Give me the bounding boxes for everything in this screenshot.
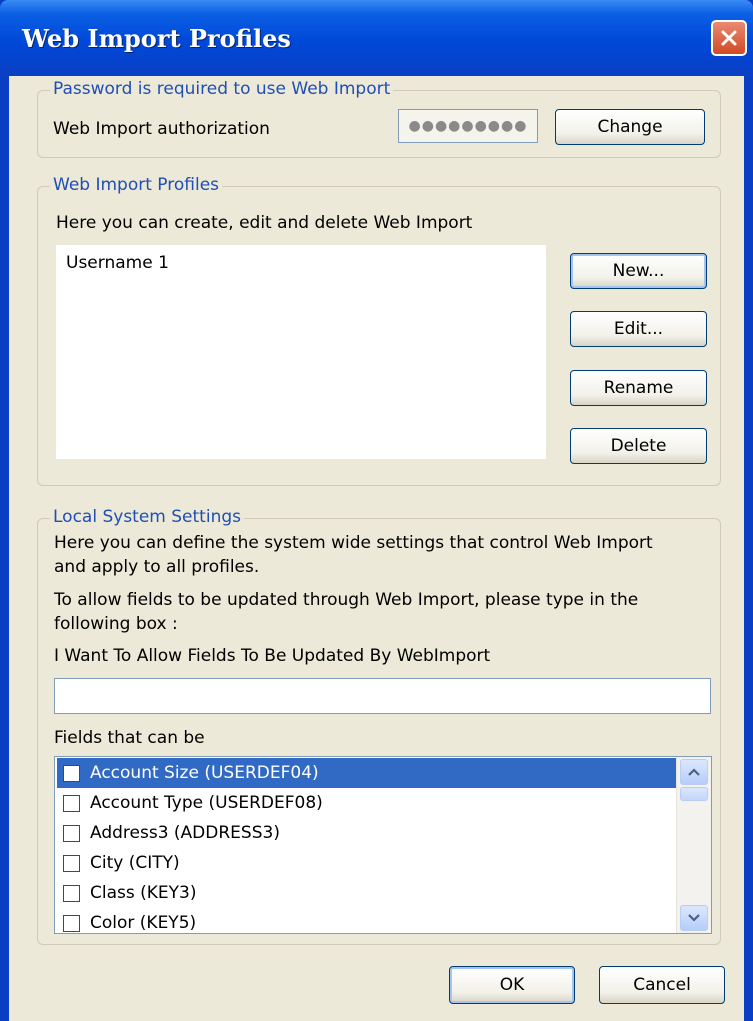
- dialog-window: Web Import Profiles Password is required…: [0, 0, 753, 1021]
- ok-button[interactable]: OK: [449, 966, 575, 1004]
- arrow-down-icon: [688, 914, 700, 922]
- field-label: Account Size (USERDEF04): [90, 763, 319, 783]
- allow-text-line-1: To allow fields to be updated through We…: [54, 590, 639, 610]
- profiles-group: Web Import Profiles Here you can create,…: [37, 175, 721, 486]
- dialog-client-area: Password is required to use Web Import W…: [9, 76, 744, 1021]
- delete-profile-button[interactable]: Delete: [570, 428, 707, 464]
- window-title: Web Import Profiles: [22, 24, 291, 53]
- field-row[interactable]: Color (KEY5): [57, 908, 676, 933]
- field-checkbox[interactable]: [63, 884, 80, 902]
- field-checkbox[interactable]: [63, 764, 80, 782]
- scroll-thumb[interactable]: [680, 787, 708, 801]
- password-group-legend: Password is required to use Web Import: [50, 79, 394, 99]
- rename-profile-button[interactable]: Rename: [570, 370, 707, 406]
- field-row[interactable]: Account Size (USERDEF04): [57, 758, 676, 788]
- title-bar[interactable]: Web Import Profiles: [0, 0, 753, 76]
- field-checkbox[interactable]: [63, 824, 80, 842]
- fields-label: Fields that can be: [54, 728, 205, 748]
- allow-text-line-2: following box :: [54, 614, 178, 634]
- field-row[interactable]: Account Type (USERDEF08): [57, 788, 676, 818]
- close-button[interactable]: [711, 20, 747, 56]
- allow-confirm-input[interactable]: [54, 678, 711, 714]
- fields-scrollbar[interactable]: [676, 757, 711, 933]
- field-label: Account Type (USERDEF08): [90, 793, 323, 813]
- change-button[interactable]: Change: [555, 109, 705, 145]
- field-label: Color (KEY5): [90, 913, 197, 933]
- field-checkbox[interactable]: [63, 854, 80, 872]
- field-label: City (CITY): [90, 853, 180, 873]
- close-icon: [721, 30, 737, 46]
- local-settings-group: Local System Settings Here you can defin…: [37, 507, 721, 945]
- local-settings-legend: Local System Settings: [50, 507, 244, 527]
- field-row[interactable]: City (CITY): [57, 848, 676, 878]
- field-checkbox[interactable]: [63, 794, 80, 812]
- profiles-group-legend: Web Import Profiles: [50, 175, 223, 195]
- scroll-up-button[interactable]: [680, 759, 708, 785]
- auth-label: Web Import authorization: [53, 119, 270, 139]
- field-checkbox[interactable]: [63, 914, 80, 932]
- arrow-up-icon: [688, 768, 700, 776]
- local-desc-line-2: and apply to all profiles.: [54, 557, 260, 577]
- profiles-list[interactable]: Username 1: [56, 245, 546, 459]
- field-row[interactable]: Address3 (ADDRESS3): [57, 818, 676, 848]
- field-row[interactable]: Class (KEY3): [57, 878, 676, 908]
- new-profile-button[interactable]: New...: [570, 253, 707, 289]
- edit-profile-button[interactable]: Edit...: [570, 311, 707, 347]
- profile-list-item[interactable]: Username 1: [66, 253, 169, 273]
- field-label: Address3 (ADDRESS3): [90, 823, 280, 843]
- password-group: Password is required to use Web Import W…: [37, 79, 721, 158]
- allow-phrase: I Want To Allow Fields To Be Updated By …: [54, 646, 491, 666]
- scroll-down-button[interactable]: [680, 905, 708, 931]
- local-desc-line-1: Here you can define the system wide sett…: [54, 533, 653, 553]
- fields-checklist[interactable]: Account Size (USERDEF04) Account Type (U…: [54, 756, 712, 934]
- field-label: Class (KEY3): [90, 883, 197, 903]
- cancel-button[interactable]: Cancel: [599, 966, 725, 1004]
- password-field[interactable]: ●●●●●●●●●: [398, 109, 538, 143]
- profiles-description: Here you can create, edit and delete Web…: [56, 213, 473, 233]
